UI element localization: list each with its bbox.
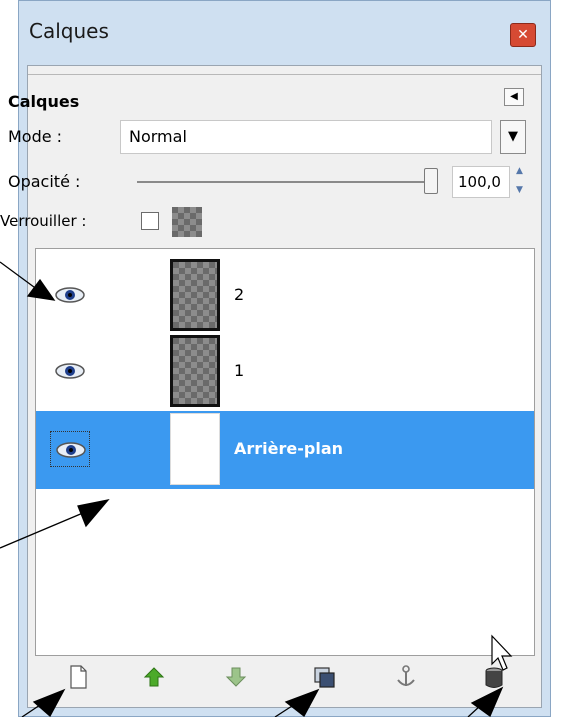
opacity-label: Opacité : <box>8 172 81 191</box>
delete-layer-icon <box>485 667 503 688</box>
layer-thumbnail[interactable] <box>170 413 220 485</box>
new-layer-button[interactable] <box>63 662 93 692</box>
anchor-layer-icon <box>397 665 415 686</box>
panel-divider <box>28 74 541 75</box>
lock-checkbox[interactable] <box>141 212 159 230</box>
eye-icon <box>55 287 85 303</box>
layer-thumbnail[interactable] <box>170 335 220 407</box>
layers-list: 2 1 Arrière-plan <box>35 248 535 656</box>
close-button[interactable]: ✕ <box>510 23 536 47</box>
layers-toolbar <box>35 656 535 698</box>
spin-up-icon[interactable]: ▲ <box>516 166 528 177</box>
panel-menu-button[interactable]: ◀ <box>504 88 524 106</box>
layer-name[interactable]: Arrière-plan <box>234 439 343 458</box>
layer-name[interactable]: 1 <box>234 361 244 380</box>
raise-layer-icon <box>143 667 165 687</box>
lock-alpha-icon[interactable] <box>172 207 202 237</box>
anchor-layer-button[interactable] <box>391 662 421 692</box>
mode-dropdown-button[interactable]: ▼ <box>500 120 526 154</box>
eye-icon <box>56 442 86 458</box>
mode-label: Mode : <box>8 127 63 146</box>
duplicate-layer-button[interactable] <box>309 662 339 692</box>
layer-row-selected[interactable]: Arrière-plan <box>36 411 534 489</box>
layer-row[interactable]: 2 <box>36 257 534 335</box>
layer-row[interactable]: 1 <box>36 333 534 411</box>
new-layer-icon <box>70 665 87 689</box>
opacity-slider-track[interactable] <box>137 181 431 183</box>
raise-layer-button[interactable] <box>139 662 169 692</box>
spin-down-icon[interactable]: ▼ <box>516 185 528 196</box>
eye-icon <box>55 363 85 379</box>
title-bar[interactable]: Calques ✕ <box>19 1 550 55</box>
visibility-toggle[interactable] <box>50 431 90 467</box>
triangle-left-icon: ◀ <box>510 91 518 102</box>
window-title: Calques <box>29 19 109 43</box>
delete-layer-button[interactable] <box>479 662 509 692</box>
opacity-spinner[interactable]: ▲ ▼ <box>516 166 528 198</box>
lower-layer-icon <box>225 667 247 687</box>
layer-name[interactable]: 2 <box>234 285 244 304</box>
close-icon: ✕ <box>517 27 529 43</box>
lock-label: Verrouiller : <box>0 212 87 230</box>
lower-layer-button[interactable] <box>221 662 251 692</box>
visibility-toggle[interactable] <box>50 353 90 389</box>
opacity-slider-handle[interactable] <box>424 168 438 194</box>
opacity-input[interactable]: 100,0 <box>452 166 510 198</box>
layer-thumbnail[interactable] <box>170 259 220 331</box>
mode-select[interactable]: Normal <box>120 120 492 154</box>
chevron-down-icon: ▼ <box>508 129 518 144</box>
visibility-toggle[interactable] <box>50 277 90 313</box>
panel-title: Calques <box>8 92 80 111</box>
duplicate-layer-icon <box>314 667 335 688</box>
